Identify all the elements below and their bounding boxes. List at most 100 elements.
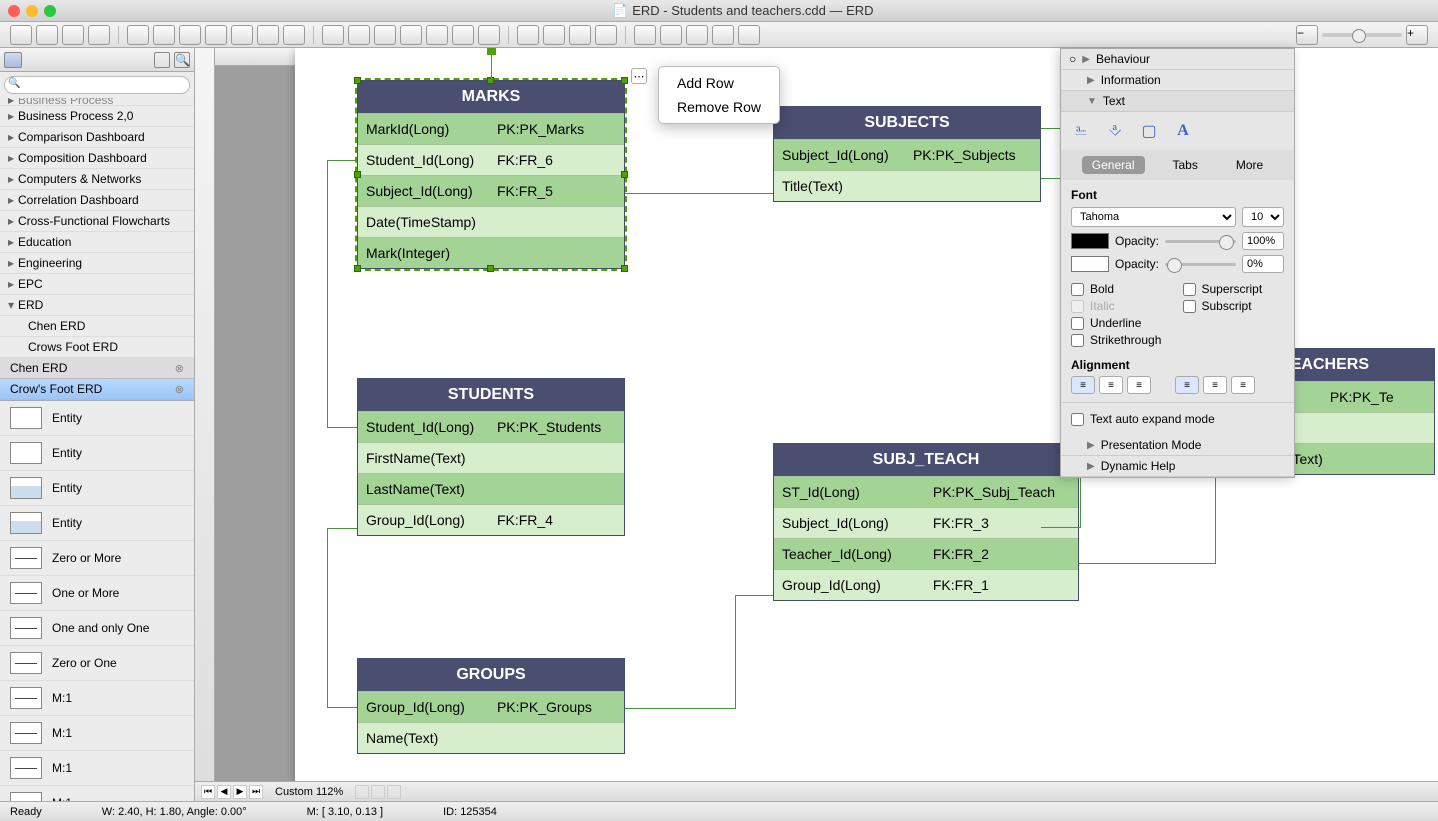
zoom-level[interactable]: Custom 112% xyxy=(275,786,343,798)
tree-subitem[interactable]: Chen ERD xyxy=(0,316,194,337)
connector[interactable] xyxy=(625,193,773,194)
entity-row[interactable]: Name(Text) xyxy=(358,722,624,753)
entity-subjects[interactable]: SUBJECTSSubject_Id(Long)PK:PK_SubjectsTi… xyxy=(773,106,1041,202)
opacity-value-2[interactable] xyxy=(1242,255,1284,273)
tool-refresh[interactable] xyxy=(634,25,656,45)
connector[interactable] xyxy=(735,595,773,596)
entity-row[interactable]: Mark(Integer) xyxy=(358,237,624,268)
tree-item[interactable]: ▸Comparison Dashboard xyxy=(0,127,194,148)
tool-align5[interactable] xyxy=(231,25,253,45)
library-tab[interactable]: Chen ERD⊗ xyxy=(0,358,194,379)
tool-text[interactable] xyxy=(88,25,110,45)
tool-hand[interactable] xyxy=(686,25,708,45)
shape-item[interactable]: Entity xyxy=(0,471,194,506)
entity-row[interactable]: Group_Id(Long)PK:PK_Groups xyxy=(358,691,624,722)
tree-subitem[interactable]: Crows Foot ERD xyxy=(0,337,194,358)
chk-underline[interactable]: Underline xyxy=(1071,316,1173,330)
chk-subscript[interactable]: Subscript xyxy=(1183,299,1285,313)
tree-item[interactable]: ▸Computers & Networks xyxy=(0,169,194,190)
text-highlight-icon[interactable]: ⎀ xyxy=(1103,120,1127,142)
entity-row[interactable]: Title(Text) xyxy=(774,170,1040,201)
view-controls[interactable] xyxy=(355,785,401,799)
shape-item[interactable]: Entity xyxy=(0,436,194,471)
chk-superscript[interactable]: Superscript xyxy=(1183,282,1285,296)
tree-view-icon[interactable] xyxy=(4,52,22,68)
entity-row[interactable]: Teacher_Id(Long)FK:FR_2 xyxy=(774,538,1078,569)
tree-item[interactable]: ▸EPC xyxy=(0,274,194,295)
shape-item[interactable]: M:1 xyxy=(0,751,194,786)
entity-row[interactable]: Subject_Id(Long)FK:FR_3 xyxy=(774,507,1078,538)
search-tab-icon[interactable]: 🔍 xyxy=(174,52,190,68)
shape-item[interactable]: Entity xyxy=(0,506,194,541)
tree-item[interactable]: ▸Business Process 2,0 xyxy=(0,106,194,127)
resize-handle[interactable] xyxy=(621,77,628,84)
chk-auto-expand[interactable]: Text auto expand mode xyxy=(1061,406,1294,432)
tool-align6[interactable] xyxy=(257,25,279,45)
tree-item[interactable]: ▸Correlation Dashboard xyxy=(0,190,194,211)
entity-marks[interactable]: MARKSMarkId(Long)PK:PK_MarksStudent_Id(L… xyxy=(357,80,625,269)
menu-add-row[interactable]: Add Row xyxy=(659,71,779,95)
entity-row[interactable]: FirstName(Text) xyxy=(358,442,624,473)
tool-group2[interactable] xyxy=(543,25,565,45)
opacity-value-1[interactable] xyxy=(1242,232,1284,250)
chk-strikethrough[interactable]: Strikethrough xyxy=(1071,333,1173,347)
tab-general[interactable]: General xyxy=(1082,156,1145,174)
connector[interactable] xyxy=(327,528,357,708)
zoom-slider[interactable] xyxy=(1322,33,1402,37)
zoom-icon[interactable] xyxy=(44,5,56,17)
align-left-icon[interactable]: ≡ xyxy=(1071,376,1095,394)
tree-item[interactable]: ▸Cross-Functional Flowcharts xyxy=(0,211,194,232)
page-nav[interactable]: ⏮◀▶⏭ xyxy=(201,785,263,799)
resize-handle[interactable] xyxy=(487,265,494,272)
font-family-select[interactable]: Tahoma xyxy=(1071,207,1236,227)
text-underline-icon[interactable]: ⎁ xyxy=(1069,120,1093,142)
tree-item[interactable]: ▸Engineering xyxy=(0,253,194,274)
shape-item[interactable]: Zero or More xyxy=(0,541,194,576)
align-center-icon[interactable]: ≡ xyxy=(1099,376,1123,394)
resize-handle[interactable] xyxy=(621,171,628,178)
tool-group4[interactable] xyxy=(595,25,617,45)
tool-pen[interactable] xyxy=(738,25,760,45)
panel-section-information[interactable]: ▶Information xyxy=(1061,70,1294,91)
menu-remove-row[interactable]: Remove Row xyxy=(659,95,779,119)
close-icon[interactable] xyxy=(8,5,20,17)
shape-item[interactable]: One or More xyxy=(0,576,194,611)
tool-ellipse[interactable] xyxy=(62,25,84,45)
tool-group1[interactable] xyxy=(517,25,539,45)
tool-align2[interactable] xyxy=(153,25,175,45)
tree-item[interactable]: ▸Composition Dashboard xyxy=(0,148,194,169)
tool-conn7[interactable] xyxy=(478,25,500,45)
tool-align7[interactable] xyxy=(283,25,305,45)
tab-more[interactable]: More xyxy=(1226,156,1273,174)
library-tab[interactable]: Crow's Foot ERD⊗ xyxy=(0,379,194,400)
tool-align1[interactable] xyxy=(127,25,149,45)
entity-row[interactable]: Subject_Id(Long)FK:FR_5 xyxy=(358,175,624,206)
tool-conn3[interactable] xyxy=(374,25,396,45)
align-right-icon[interactable]: ≡ xyxy=(1127,376,1151,394)
entity-row[interactable]: LastName(Text) xyxy=(358,473,624,504)
tool-user[interactable] xyxy=(712,25,734,45)
tool-pointer[interactable] xyxy=(10,25,32,45)
tool-conn5[interactable] xyxy=(426,25,448,45)
tree-item[interactable]: ▸Education xyxy=(0,232,194,253)
tool-group3[interactable] xyxy=(569,25,591,45)
entity-action-tag[interactable]: ⋯ xyxy=(631,68,647,84)
panel-dynamic-help[interactable]: ▶Dynamic Help xyxy=(1061,456,1294,477)
tool-conn4[interactable] xyxy=(400,25,422,45)
shape-item[interactable]: Zero or One xyxy=(0,646,194,681)
panel-section-behaviour[interactable]: ○▶Behaviour xyxy=(1061,49,1294,70)
shape-item[interactable]: One and only One xyxy=(0,611,194,646)
entity-subj_teach[interactable]: SUBJ_TEACHST_Id(Long)PK:PK_Subj_TeachSub… xyxy=(773,443,1079,601)
tool-rect[interactable] xyxy=(36,25,58,45)
connector[interactable] xyxy=(1041,528,1081,529)
entity-row[interactable]: Date(TimeStamp) xyxy=(358,206,624,237)
entity-groups[interactable]: GROUPSGroup_Id(Long)PK:PK_GroupsName(Tex… xyxy=(357,658,625,754)
tree-item[interactable]: ▾ERD xyxy=(0,295,194,316)
tool-conn2[interactable] xyxy=(348,25,370,45)
shape-item[interactable]: M:1 xyxy=(0,716,194,751)
entity-row[interactable]: Group_Id(Long)FK:FR_1 xyxy=(774,569,1078,600)
zoom-out-icon[interactable]: − xyxy=(1296,25,1318,45)
entity-row[interactable]: MarkId(Long)PK:PK_Marks xyxy=(358,113,624,144)
panel-section-text[interactable]: ▼Text xyxy=(1061,91,1294,112)
text-font-icon[interactable]: A xyxy=(1171,120,1195,142)
